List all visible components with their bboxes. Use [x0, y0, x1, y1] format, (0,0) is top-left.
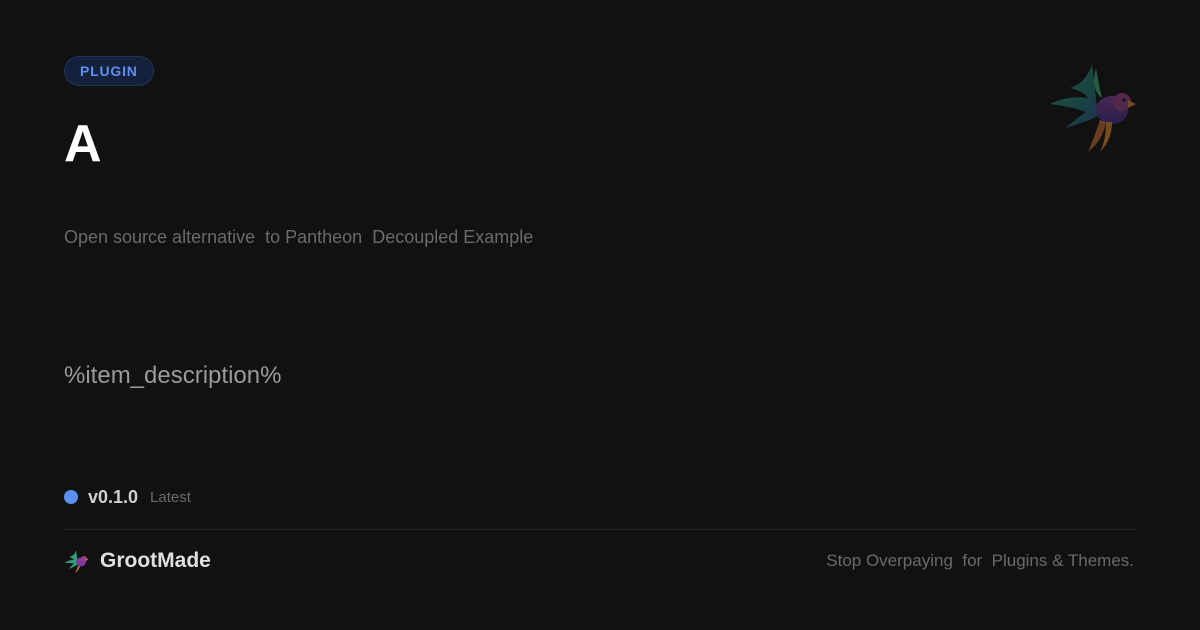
parrot-logo-icon [1050, 64, 1136, 152]
version-row: v0.1.0 Latest [64, 486, 191, 508]
version-number: v0.1.0 [88, 486, 139, 507]
plugin-badge: PLUGIN [64, 56, 154, 86]
brand: GrootMade [64, 547, 211, 575]
footer-divider [64, 529, 1136, 530]
item-description: %item_description% [64, 362, 282, 389]
version-status: Latest [150, 488, 191, 506]
item-title: A [64, 115, 102, 173]
plugin-badge-label: PLUGIN [80, 63, 138, 79]
parrot-logo-icon [65, 550, 88, 573]
social-card: PLUGIN A Open source alternative to Pant… [0, 0, 1200, 630]
version-status-dot [64, 490, 78, 504]
brand-name: GrootMade [100, 549, 211, 572]
tagline: Stop Overpaying for Plugins & Themes. [826, 551, 1134, 570]
item-subtitle: Open source alternative to Pantheon Deco… [64, 227, 534, 247]
